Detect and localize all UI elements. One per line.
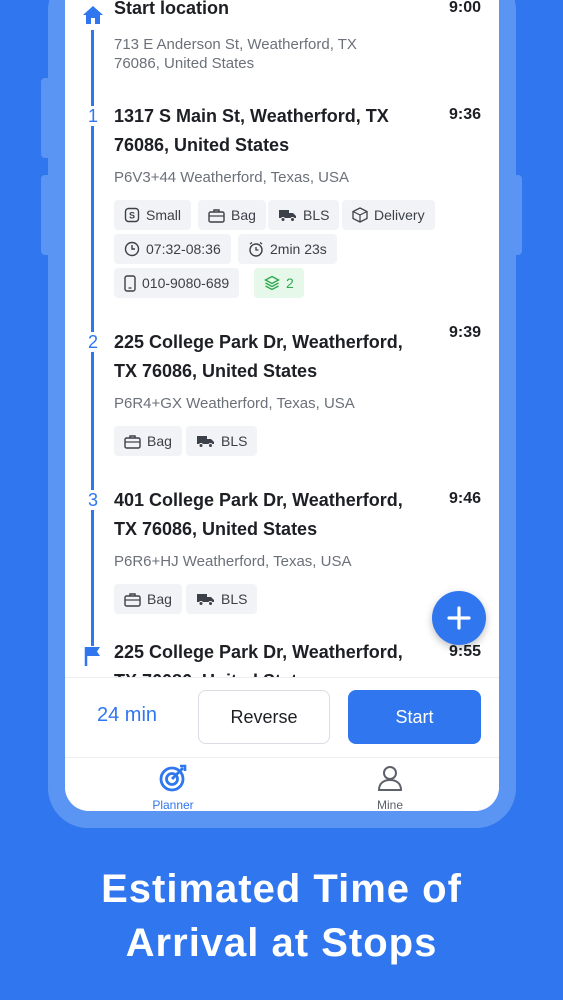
tag-delivery: Delivery bbox=[342, 200, 435, 230]
route-action-bar: 24 min Reverse Start bbox=[65, 677, 499, 757]
reverse-button[interactable]: Reverse bbox=[198, 690, 330, 744]
flag-icon bbox=[84, 646, 102, 671]
tag-phone: 010-9080-689 bbox=[114, 268, 240, 298]
start-title: Start location bbox=[114, 0, 230, 18]
phone-icon bbox=[124, 274, 136, 292]
start-time: 9:00 bbox=[448, 0, 481, 16]
stop-eta: 9:39 bbox=[448, 324, 481, 341]
caption-line-1: Estimated Time of bbox=[101, 867, 462, 911]
tag-vehicle: BLS bbox=[186, 426, 258, 456]
bag-icon bbox=[208, 208, 225, 223]
phone-side-button bbox=[510, 175, 522, 255]
tag-size: S Small bbox=[114, 200, 192, 230]
tag-package-count: 2 bbox=[254, 268, 304, 298]
caption-line-2: Arrival at Stops bbox=[125, 921, 438, 965]
tag-service-time: 2min 23s bbox=[238, 234, 337, 264]
phone-side-button bbox=[41, 175, 53, 255]
plus-icon bbox=[447, 606, 471, 630]
start-button[interactable]: Start bbox=[348, 690, 481, 744]
planner-icon bbox=[159, 764, 187, 792]
stop-plus-code: P6V3+44 Weatherford, Texas, USA bbox=[114, 169, 349, 186]
stop-title: 225 College Park Dr, Weatherford, TX 760… bbox=[114, 332, 403, 381]
promo-caption: Estimated Time of Arrival at Stops bbox=[0, 862, 563, 970]
tag-bag: Bag bbox=[114, 426, 182, 456]
start-address: 713 E Anderson St, Weatherford, TX 76086… bbox=[114, 36, 357, 72]
stop-title: 1317 S Main St, Weatherford, TX 76086, U… bbox=[114, 106, 389, 155]
stop-eta: 9:36 bbox=[448, 106, 481, 123]
tab-mine-label: Mine bbox=[376, 798, 403, 811]
tab-mine[interactable]: Mine bbox=[330, 764, 450, 811]
phone-side-button bbox=[41, 78, 53, 158]
stop-plus-code: P6R4+GX Weatherford, Texas, USA bbox=[114, 395, 355, 412]
stop-number: 3 bbox=[85, 490, 101, 510]
clock-icon bbox=[124, 241, 140, 257]
home-icon bbox=[82, 5, 104, 30]
stop-title: 401 College Park Dr, Weatherford, TX 760… bbox=[114, 490, 403, 539]
end-title: 225 College Park Dr, Weatherford, TX 760… bbox=[114, 642, 403, 677]
svg-text:S: S bbox=[129, 211, 135, 221]
tab-bar: Planner Mine bbox=[65, 757, 499, 811]
package-icon bbox=[352, 207, 368, 223]
tab-planner-label: Planner bbox=[152, 798, 194, 811]
bag-icon bbox=[124, 592, 141, 607]
bag-icon bbox=[124, 434, 141, 449]
stop-eta: 9:46 bbox=[448, 490, 481, 507]
tag-vehicle: BLS bbox=[268, 200, 340, 230]
add-stop-button[interactable] bbox=[432, 591, 486, 645]
person-icon bbox=[377, 766, 403, 791]
tab-planner[interactable]: Planner bbox=[113, 764, 233, 811]
timer-icon bbox=[249, 241, 263, 257]
stop-number: 1 bbox=[85, 106, 101, 126]
truck-icon bbox=[279, 210, 296, 222]
tag-time-window: 07:32-08:36 bbox=[114, 234, 231, 264]
end-eta: 9:55 bbox=[448, 643, 481, 660]
tag-bag: Bag bbox=[198, 200, 266, 230]
app-screen: Start location 9:00 713 E Anderson St, W… bbox=[65, 0, 499, 811]
size-icon: S bbox=[124, 207, 140, 223]
stop-plus-code: P6R6+HJ Weatherford, Texas, USA bbox=[114, 553, 352, 570]
truck-icon bbox=[197, 594, 214, 606]
truck-icon bbox=[197, 436, 214, 448]
tag-vehicle: BLS bbox=[186, 584, 258, 614]
tag-bag: Bag bbox=[114, 584, 182, 614]
stop-number: 2 bbox=[85, 332, 101, 352]
layers-icon bbox=[264, 275, 280, 291]
route-duration: 24 min bbox=[97, 704, 158, 726]
route-list[interactable]: Start location 9:00 713 E Anderson St, W… bbox=[65, 0, 499, 677]
